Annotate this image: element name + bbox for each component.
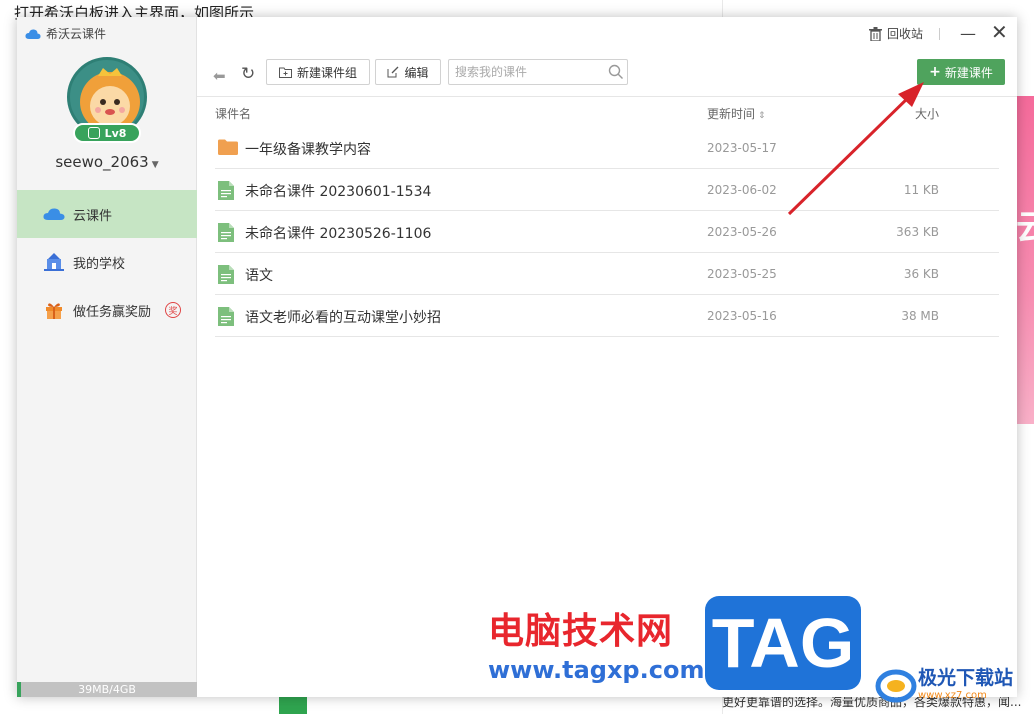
- background-banner: 云: [1014, 96, 1034, 424]
- search-input[interactable]: [448, 59, 628, 85]
- sidebar-item-label: 我的学校: [73, 256, 126, 272]
- new-courseware-button[interactable]: + 新建课件: [917, 59, 1005, 85]
- row-updated: 2023-06-02: [707, 183, 777, 197]
- level-shield-icon: [87, 127, 100, 139]
- edit-button[interactable]: 编辑: [375, 59, 441, 85]
- trash-icon: [869, 26, 882, 41]
- level-badge: Lv8: [73, 123, 141, 143]
- edit-icon: [387, 66, 399, 78]
- school-icon: [43, 253, 65, 271]
- watermark-tag-logo: TAG: [705, 596, 861, 690]
- sidebar-nav: 云课件 我的学校 做任务赢奖励 奖: [17, 190, 197, 334]
- document-icon: [218, 181, 234, 200]
- table-row[interactable]: 语文 2023-05-25 36 KB: [215, 253, 999, 295]
- document-icon: [218, 307, 234, 326]
- sidebar-item-cloud-courseware[interactable]: 云课件: [17, 190, 197, 238]
- reward-badge: 奖: [165, 302, 181, 318]
- cloud-icon: [43, 205, 65, 223]
- watermark-site-url: www.tagxp.com: [488, 656, 705, 684]
- title-separator: [939, 28, 940, 40]
- sort-icon: ⇕: [758, 111, 766, 121]
- table-row[interactable]: 未命名课件 20230601-1534 2023-06-02 11 KB: [215, 169, 999, 211]
- sidebar: 希沃云课件 Lv8 seewo_2063 ▼ 云课件 我的学校 做任务赢奖励 奖…: [17, 17, 197, 697]
- refresh-icon[interactable]: ↻: [241, 64, 255, 84]
- folder-icon: [218, 139, 238, 155]
- username-text: seewo_2063: [55, 153, 149, 171]
- row-updated: 2023-05-25: [707, 267, 777, 281]
- storage-text: 39MB/4GB: [78, 683, 136, 696]
- table-row[interactable]: 未命名课件 20230526-1106 2023-05-26 363 KB: [215, 211, 999, 253]
- table-row[interactable]: 语文老师必看的互动课堂小妙招 2023-05-16 38 MB: [215, 295, 999, 337]
- sidebar-item-my-school[interactable]: 我的学校: [17, 238, 197, 286]
- column-updated-label: 更新时间: [707, 107, 756, 121]
- column-name[interactable]: 课件名: [215, 105, 251, 122]
- username-dropdown[interactable]: seewo_2063 ▼: [17, 153, 197, 171]
- new-group-button[interactable]: 新建课件组: [266, 59, 370, 85]
- document-icon: [218, 223, 234, 242]
- app-title-text: 希沃云课件: [46, 27, 107, 41]
- new-courseware-label: 新建课件: [944, 65, 993, 80]
- document-icon: [218, 265, 234, 284]
- storage-fill: [17, 682, 21, 697]
- row-size: 11 KB: [903, 183, 939, 197]
- edit-label: 编辑: [404, 65, 429, 80]
- column-updated[interactable]: 更新时间 ⇕: [707, 105, 766, 122]
- row-size: 363 KB: [896, 225, 939, 239]
- back-arrow-icon[interactable]: ⬅: [213, 67, 226, 85]
- background-green-tab: [279, 697, 307, 714]
- column-size[interactable]: 大小: [915, 105, 939, 122]
- row-updated: 2023-05-26: [707, 225, 777, 239]
- row-updated: 2023-05-16: [707, 309, 777, 323]
- search-icon[interactable]: [607, 63, 625, 81]
- row-updated: 2023-05-17: [707, 141, 777, 155]
- app-title: 希沃云课件: [25, 25, 106, 42]
- row-size: 36 KB: [903, 267, 939, 281]
- background-banner-glyph: 云: [1016, 208, 1034, 248]
- row-name: 未命名课件 20230601-1534: [245, 184, 432, 200]
- table-header: 课件名 更新时间 ⇕ 大小: [215, 101, 999, 129]
- watermark-logo-name: 极光下载站: [918, 667, 1014, 689]
- new-group-label: 新建课件组: [296, 65, 357, 80]
- caret-down-icon: ▼: [151, 160, 159, 170]
- storage-bar: 39MB/4GB: [17, 682, 197, 697]
- recycle-bin-label: 回收站: [887, 27, 924, 41]
- sidebar-item-label: 做任务赢奖励: [73, 304, 152, 320]
- row-name: 一年级备课教学内容: [245, 142, 371, 158]
- recycle-bin-button[interactable]: 回收站: [869, 25, 923, 42]
- toolbar: ⬅ ↻ 新建课件组 编辑 + 新建课件: [197, 59, 1017, 97]
- row-size: 38 MB: [901, 309, 939, 323]
- plus-icon: +: [929, 64, 941, 80]
- table-row[interactable]: 一年级备课教学内容 2023-05-17: [215, 127, 999, 169]
- main-panel: 回收站 — ✕ ⬅ ↻ 新建课件组 编辑 + 新建课件 课件名 更新时: [197, 17, 1017, 697]
- row-name: 语文老师必看的互动课堂小妙招: [245, 310, 441, 326]
- sidebar-item-tasks-rewards[interactable]: 做任务赢奖励 奖: [17, 286, 197, 334]
- sidebar-item-label: 云课件: [73, 208, 113, 224]
- cloud-logo-icon: [25, 28, 41, 39]
- minimize-button[interactable]: —: [960, 24, 976, 43]
- app-window: 希沃云课件 Lv8 seewo_2063 ▼ 云课件 我的学校 做任务赢奖励 奖…: [17, 17, 1017, 697]
- watermark-logo-url: www.xz7.com: [918, 690, 987, 701]
- row-name: 语文: [245, 268, 273, 284]
- close-button[interactable]: ✕: [991, 20, 1008, 44]
- row-name: 未命名课件 20230526-1106: [245, 226, 432, 242]
- courseware-list: 一年级备课教学内容 2023-05-17 未命名课件 20230601-1534…: [215, 127, 999, 337]
- folder-plus-icon: [278, 67, 292, 78]
- level-text: Lv8: [104, 126, 127, 140]
- gift-icon: [43, 301, 65, 319]
- watermark-site-name: 电脑技术网: [488, 611, 674, 652]
